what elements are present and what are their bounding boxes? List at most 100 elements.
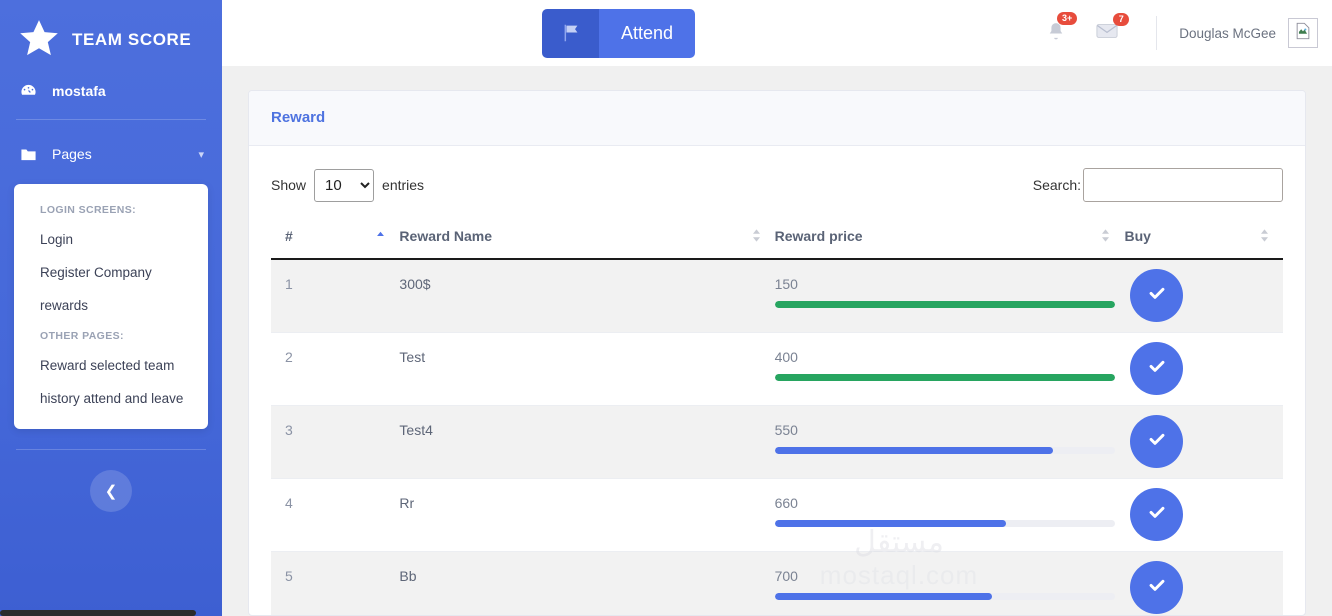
broken-image-icon bbox=[1294, 22, 1312, 45]
attend-button[interactable]: Attend bbox=[542, 8, 696, 58]
entries-label: entries bbox=[382, 177, 425, 193]
cell-buy bbox=[1124, 478, 1283, 552]
folder-icon bbox=[20, 147, 40, 162]
submenu-heading-login: LOGIN SCREENS: bbox=[40, 204, 137, 216]
cell-buy bbox=[1124, 551, 1283, 615]
rewards-table-body: 1 300$ 150 2 Test 400 3 Test4 550 4 Rr 660 5 Bb 700 bbox=[271, 259, 1283, 615]
column-header-reward-price[interactable]: Reward price bbox=[774, 216, 1125, 260]
cell-num: 5 bbox=[271, 551, 400, 615]
cell-reward-price: 150 bbox=[774, 259, 1125, 333]
sidebar-scrollbar[interactable] bbox=[0, 610, 196, 616]
table-row: 3 Test4 550 bbox=[271, 405, 1283, 479]
rewards-table-head: # Reward Name Reward price Buy bbox=[271, 216, 1283, 260]
column-header-label: Buy bbox=[1124, 228, 1151, 244]
messages-button[interactable]: 7 bbox=[1096, 12, 1130, 45]
reward-progress-fill bbox=[774, 592, 993, 600]
main-area: Attend 3+ 7 Douglas McGee Reward Show 10… bbox=[222, 0, 1332, 616]
cell-reward-name: Bb bbox=[399, 551, 775, 615]
chevron-left-icon: ❮ bbox=[104, 483, 118, 500]
buy-button[interactable] bbox=[1130, 269, 1184, 322]
user-name: Douglas McGee bbox=[1179, 25, 1276, 41]
chevron-down-icon: ▾ bbox=[198, 148, 204, 161]
show-entries-control: Show 102550100 entries bbox=[271, 168, 425, 202]
topbar-right: 3+ 7 Douglas McGee bbox=[1046, 11, 1318, 50]
reward-progress-track bbox=[774, 373, 1115, 381]
avatar[interactable] bbox=[1288, 18, 1318, 48]
sidebar-collapse-button[interactable]: ❮ bbox=[90, 470, 132, 512]
buy-button[interactable] bbox=[1130, 487, 1184, 541]
sort-none-icon bbox=[1260, 229, 1269, 246]
brand[interactable]: TEAM SCORE bbox=[0, 0, 222, 66]
page-title: Reward bbox=[271, 109, 326, 126]
reward-progress-fill bbox=[774, 301, 1115, 308]
card-header: Reward bbox=[249, 91, 1305, 146]
table-header-row: # Reward Name Reward price Buy bbox=[271, 216, 1283, 260]
cell-num: 4 bbox=[271, 478, 400, 552]
messages-badge: 7 bbox=[1113, 12, 1130, 26]
app-root: TEAM SCORE mostafa Pages ▾ LOGIN SCREENS… bbox=[0, 0, 1332, 616]
check-icon bbox=[1146, 428, 1168, 455]
reward-card: Reward Show 102550100 entries Search: bbox=[248, 90, 1306, 616]
reward-progress-track bbox=[774, 446, 1115, 454]
sort-asc-icon bbox=[376, 229, 385, 245]
dashboard-icon bbox=[20, 82, 40, 99]
column-header-buy[interactable]: Buy bbox=[1124, 216, 1283, 260]
cell-reward-name: 300$ bbox=[399, 259, 775, 333]
column-header-label: Reward Name bbox=[399, 228, 493, 244]
buy-button[interactable] bbox=[1130, 414, 1184, 468]
column-header-label: Reward price bbox=[774, 228, 863, 244]
sidebar-item-history-attend-leave[interactable]: history attend and leave bbox=[14, 382, 208, 415]
sidebar-item-label: Pages bbox=[52, 146, 92, 162]
cell-reward-price: 550 bbox=[774, 405, 1125, 479]
attend-button-label: Attend bbox=[599, 8, 696, 58]
topbar-separator bbox=[1156, 16, 1158, 50]
entries-select[interactable]: 102550100 bbox=[314, 168, 375, 202]
reward-price-value: 400 bbox=[774, 348, 798, 365]
check-icon bbox=[1146, 355, 1168, 382]
table-row: 1 300$ 150 bbox=[271, 259, 1283, 333]
cell-buy bbox=[1124, 259, 1283, 333]
buy-button[interactable] bbox=[1130, 560, 1184, 614]
reward-progress-fill bbox=[774, 519, 1006, 527]
cell-reward-name: Rr bbox=[399, 478, 775, 552]
sort-none-icon bbox=[752, 229, 761, 246]
table-row: 5 Bb 700 bbox=[271, 551, 1283, 615]
search-input[interactable] bbox=[1083, 168, 1283, 202]
topbar: Attend 3+ 7 Douglas McGee bbox=[222, 0, 1332, 66]
sidebar-item-register-company[interactable]: Register Company bbox=[14, 256, 208, 289]
sidebar-item-reward-selected-team[interactable]: Reward selected team bbox=[14, 349, 208, 382]
check-icon bbox=[1146, 282, 1168, 309]
sidebar-item-label: mostafa bbox=[52, 82, 106, 99]
cell-buy bbox=[1124, 405, 1283, 479]
sidebar-item-pages[interactable]: Pages ▾ bbox=[0, 120, 222, 184]
reward-progress-track bbox=[774, 301, 1115, 308]
sidebar: TEAM SCORE mostafa Pages ▾ LOGIN SCREENS… bbox=[0, 0, 222, 616]
notifications-button[interactable]: 3+ bbox=[1046, 11, 1078, 46]
sidebar-submenu: LOGIN SCREENS: Login Register Company re… bbox=[14, 184, 208, 429]
sidebar-item-login[interactable]: Login bbox=[14, 223, 208, 256]
cell-num: 1 bbox=[271, 259, 400, 333]
search-control: Search: bbox=[1033, 168, 1283, 202]
column-header-label: # bbox=[285, 228, 293, 244]
cell-reward-price: 700 bbox=[774, 551, 1125, 615]
cell-buy bbox=[1124, 332, 1283, 406]
cell-reward-price: 400 bbox=[774, 332, 1125, 406]
buy-button[interactable] bbox=[1130, 341, 1184, 395]
submenu-heading-other: OTHER PAGES: bbox=[40, 330, 124, 342]
show-label: Show bbox=[271, 177, 307, 193]
column-header-reward-name[interactable]: Reward Name bbox=[399, 216, 775, 260]
reward-progress-track bbox=[774, 519, 1115, 527]
search-label: Search: bbox=[1032, 177, 1081, 193]
rewards-table: # Reward Name Reward price Buy 1 300$ 15… bbox=[271, 216, 1283, 615]
reward-progress-fill bbox=[774, 373, 1115, 381]
bell-icon bbox=[1046, 22, 1066, 45]
cell-reward-price: 660 bbox=[774, 478, 1125, 552]
content-area: Reward Show 102550100 entries Search: bbox=[222, 66, 1332, 616]
cell-reward-name: Test bbox=[399, 332, 775, 406]
sidebar-item-mostafa[interactable]: mostafa bbox=[0, 66, 222, 113]
cell-num: 3 bbox=[271, 405, 400, 479]
sidebar-item-rewards[interactable]: rewards bbox=[14, 289, 208, 322]
table-row: 2 Test 400 bbox=[271, 332, 1283, 406]
check-icon bbox=[1146, 501, 1168, 528]
column-header-num[interactable]: # bbox=[271, 216, 400, 260]
